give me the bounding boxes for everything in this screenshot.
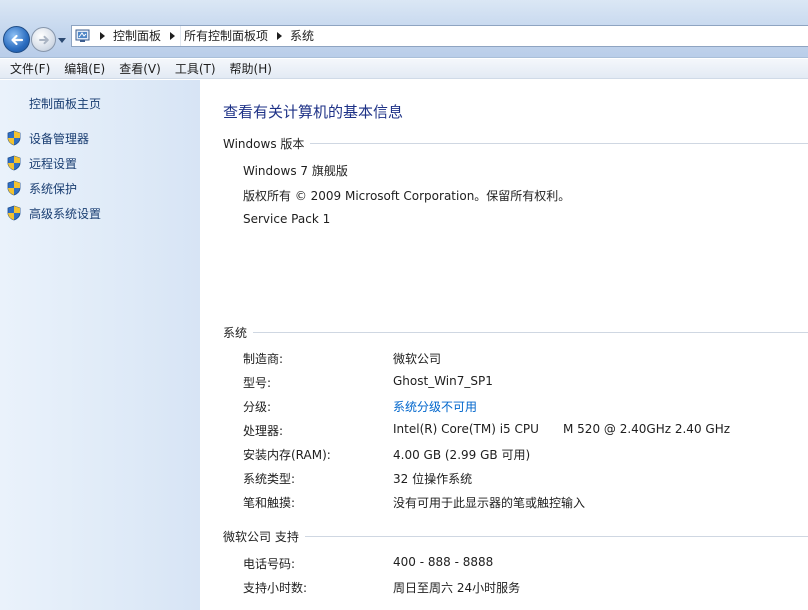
address-bar[interactable]: 控制面板 所有控制面板项 系统 [71,25,808,47]
navigation-bar: 控制面板 所有控制面板项 系统 [0,0,808,58]
menu-view[interactable]: 查看(V) [112,59,168,79]
uac-shield-icon [7,155,21,171]
section-windows-edition: Windows 版本 [223,135,808,152]
back-button[interactable] [3,26,30,53]
model-value: Ghost_Win7_SP1 [393,374,493,388]
back-arrow-icon [10,34,23,45]
section-divider [310,143,808,144]
sidebar-item-label: 远程设置 [29,156,78,171]
windows-edition-name: Windows 7 旗舰版 [243,164,348,178]
uac-shield-icon [7,130,21,146]
copyright-text: 版权所有 © 2009 Microsoft Corporation。保留所有权利… [243,189,571,203]
task-sidebar: 控制面板主页 设备管理器 远程设置 系统保护 高级系统设置 [0,80,200,610]
menu-help[interactable]: 帮助(H) [223,59,279,79]
phone-value: 400 - 888 - 8888 [393,555,494,569]
sidebar-item-label: 设备管理器 [29,131,90,146]
chevron-down-icon [58,37,66,43]
service-pack-text: Service Pack 1 [243,212,331,226]
sidebar-item-label: 高级系统设置 [29,206,102,221]
phone-label: 电话号码: [243,557,296,571]
forward-button[interactable] [31,27,56,52]
section-divider [304,536,808,537]
system-type-value: 32 位操作系统 [393,472,473,486]
processor-label: 处理器: [243,424,284,438]
pen-touch-value: 没有可用于此显示器的笔或触控输入 [393,496,586,510]
recent-pages-button[interactable] [57,35,67,45]
section-divider [253,332,808,333]
uac-shield-icon [7,205,21,221]
sidebar-item-system-protection[interactable]: 系统保护 [6,179,77,197]
system-type-label: 系统类型: [243,472,296,486]
forward-arrow-icon [38,35,49,44]
support-hours-value: 周日至周六 24小时服务 [393,581,521,595]
section-heading: 系统 [223,326,248,340]
rating-link[interactable]: 系统分级不可用 [393,398,477,415]
section-heading: Windows 版本 [223,137,305,151]
section-heading: 微软公司 支持 [223,530,299,544]
breadcrumb-all-items[interactable]: 所有控制面板项 [180,26,271,46]
menu-file[interactable]: 文件(F) [0,59,57,79]
breadcrumb-system[interactable]: 系统 [287,26,317,46]
manufacturer-label: 制造商: [243,352,284,366]
sidebar-item-remote-settings[interactable]: 远程设置 [6,154,77,172]
breadcrumb-arrow-icon[interactable] [271,26,287,46]
section-system: 系统 [223,324,808,341]
uac-shield-icon [7,180,21,196]
breadcrumb-arrow-icon[interactable] [94,26,110,46]
control-panel-icon [72,26,94,46]
ram-value: 4.00 GB (2.99 GB 可用) [393,448,531,462]
main-content: 查看有关计算机的基本信息 Windows 版本 Windows 7 旗舰版 版权… [200,80,808,610]
support-hours-label: 支持小时数: [243,581,308,595]
section-support: 微软公司 支持 [223,528,808,545]
page-title: 查看有关计算机的基本信息 [223,103,404,121]
breadcrumb-control-panel[interactable]: 控制面板 [110,26,164,46]
menu-bar: 文件(F) 编辑(E) 查看(V) 工具(T) 帮助(H) [0,59,808,79]
model-label: 型号: [243,376,272,390]
ram-label: 安装内存(RAM): [243,448,331,462]
processor-speed-value: M 520 @ 2.40GHz 2.40 GHz [563,422,731,436]
sidebar-item-label: 系统保护 [29,181,78,196]
sidebar-item-advanced-settings[interactable]: 高级系统设置 [6,204,101,222]
menu-tools[interactable]: 工具(T) [168,59,223,79]
processor-value: Intel(R) Core(TM) i5 CPU [393,422,539,436]
menu-edit[interactable]: 编辑(E) [57,59,112,79]
manufacturer-value: 微软公司 [393,352,442,366]
sidebar-link-control-panel-home[interactable]: 控制面板主页 [29,95,101,112]
rating-label: 分级: [243,400,272,414]
sidebar-item-device-manager[interactable]: 设备管理器 [6,129,89,147]
pen-touch-label: 笔和触摸: [243,496,296,510]
breadcrumb-arrow-icon[interactable] [164,26,180,46]
